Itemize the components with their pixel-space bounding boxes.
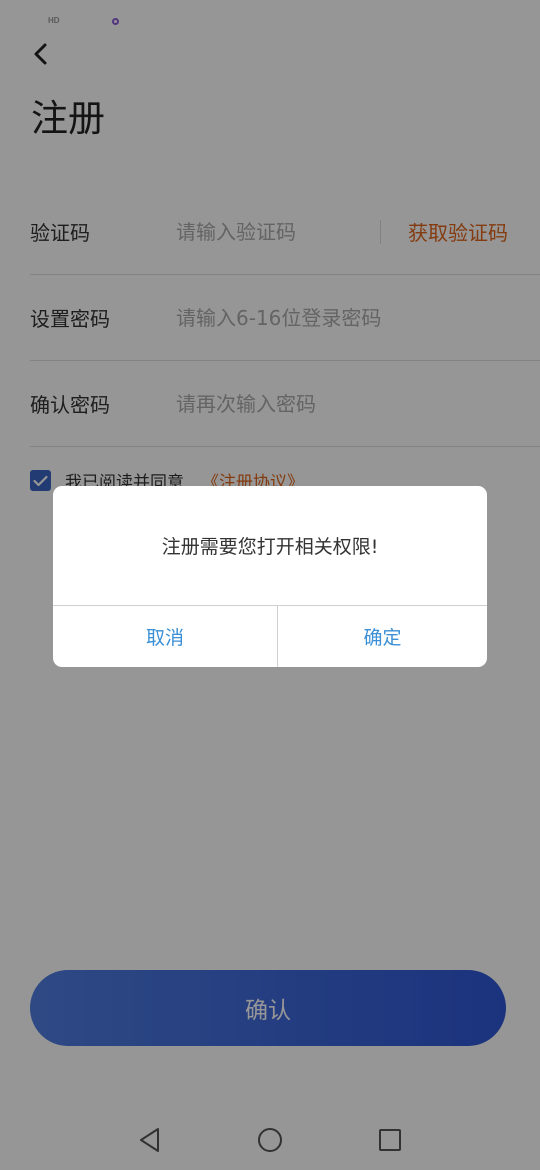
dialog-ok-button[interactable]: 确定 (278, 606, 487, 667)
dialog-actions: 取消 确定 (53, 606, 487, 667)
permission-dialog: 注册需要您打开相关权限! 取消 确定 (53, 486, 487, 667)
dialog-cancel-button[interactable]: 取消 (53, 606, 278, 667)
dialog-message: 注册需要您打开相关权限! (53, 486, 487, 606)
